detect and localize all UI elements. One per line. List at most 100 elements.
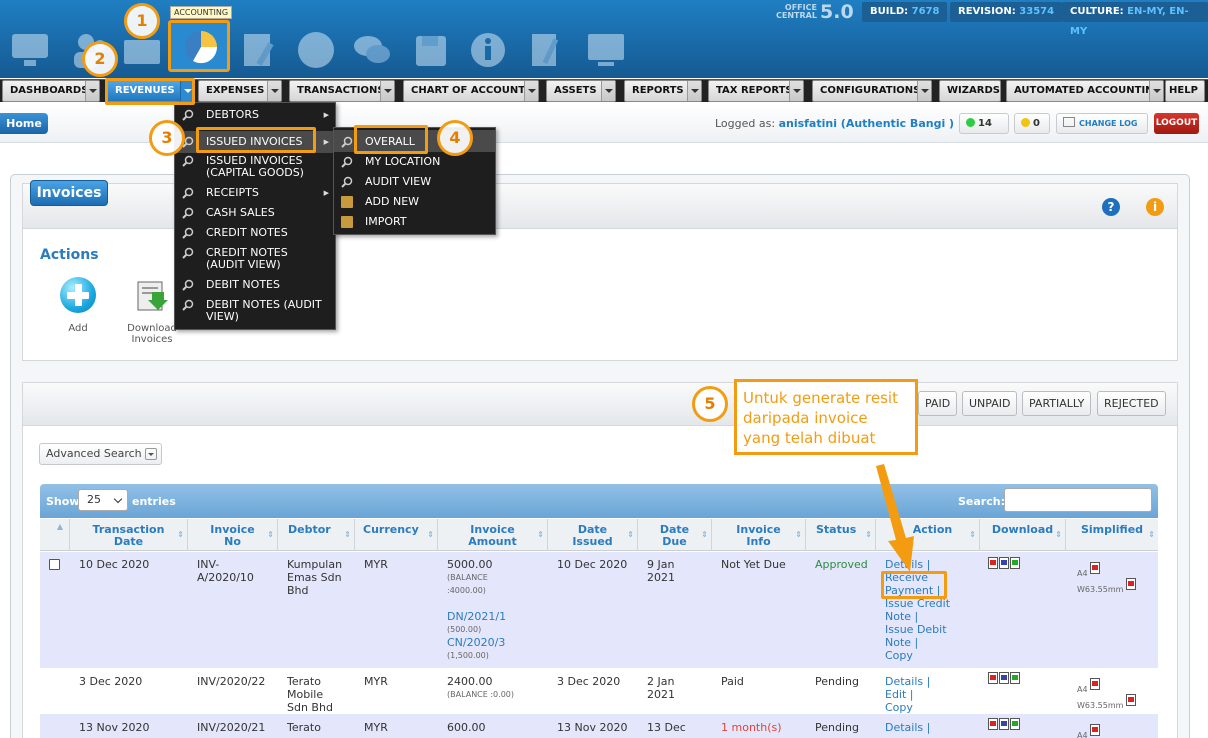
simplified-a4[interactable]: A4: [1077, 724, 1101, 738]
help-icon[interactable]: ?: [1102, 198, 1120, 216]
chevron-down-icon[interactable]: [601, 81, 615, 101]
copy-link[interactable]: Copy: [885, 649, 950, 662]
filter-paid-button[interactable]: PAID: [918, 391, 958, 416]
word-icon[interactable]: [999, 672, 1009, 684]
row-checkbox[interactable]: [49, 559, 60, 570]
change-log-button[interactable]: CHANGE LOG: [1056, 113, 1148, 134]
menu-item-debit-notes-audit[interactable]: DEBIT NOTES (AUDIT VIEW): [175, 299, 335, 323]
download-invoices-label[interactable]: Download Invoices: [122, 323, 182, 345]
col-date-due[interactable]: Date Due ⇕: [638, 519, 712, 551]
menu-item-debtors[interactable]: DEBTORS ▶: [175, 109, 335, 121]
pdf-icon[interactable]: [1090, 678, 1101, 690]
details-link[interactable]: Details |: [885, 675, 930, 688]
col-invoice-info[interactable]: Invoice Info ⇕: [712, 519, 806, 551]
issue-debit-note-link[interactable]: Note |: [885, 636, 950, 649]
chevron-down-icon[interactable]: [380, 81, 394, 101]
info-icon[interactable]: [466, 28, 510, 72]
menu-reports[interactable]: REPORTS: [624, 80, 702, 102]
issue-debit-note-link[interactable]: Issue Debit: [885, 623, 950, 636]
menu-dashboards[interactable]: DASHBOARDS: [2, 80, 100, 102]
online-users-button[interactable]: 14: [959, 113, 1009, 134]
logout-button[interactable]: LOGOUT: [1154, 113, 1199, 134]
notepad-icon[interactable]: [524, 28, 568, 72]
col-date-issued[interactable]: Date Issued ⇕: [548, 519, 638, 551]
credit-note-link[interactable]: CN/2020/3: [447, 636, 506, 649]
copy-link[interactable]: Copy: [885, 701, 930, 714]
word-icon[interactable]: [999, 718, 1009, 730]
pdf-icon[interactable]: [988, 718, 998, 730]
submenu-item-audit-view[interactable]: AUDIT VIEW: [334, 176, 495, 188]
col-currency[interactable]: Currency ⇕: [355, 519, 438, 551]
filter-rejected-button[interactable]: REJECTED: [1097, 391, 1166, 416]
details-link[interactable]: Details |: [885, 558, 950, 571]
menu-chart-of-accounts[interactable]: CHART OF ACCOUNTS: [403, 80, 539, 102]
chevron-down-icon[interactable]: [789, 81, 803, 101]
menu-item-issued-invoices-capital[interactable]: ISSUED INVOICES (CAPITAL GOODS): [175, 155, 335, 179]
menu-item-receipts[interactable]: RECEIPTS ▶: [175, 187, 335, 199]
select-all-column[interactable]: ▲: [40, 519, 70, 551]
submenu-item-my-location[interactable]: MY LOCATION: [334, 156, 495, 168]
advanced-search-button[interactable]: Advanced Search: [39, 443, 162, 465]
edit-link[interactable]: Edit |: [885, 688, 930, 701]
screen-icon[interactable]: [584, 28, 628, 72]
user-name[interactable]: anisfatini (Authentic Bangi ): [779, 117, 955, 130]
col-status[interactable]: Status ⇕: [806, 519, 876, 551]
row-invoice-no[interactable]: INV/2020/21: [197, 721, 265, 734]
home-button[interactable]: Home: [0, 113, 48, 134]
filter-unpaid-button[interactable]: UNPAID: [962, 391, 1018, 416]
search-input[interactable]: [1004, 488, 1152, 512]
simplified-w63[interactable]: W63.55mm: [1077, 578, 1136, 596]
chevron-down-icon[interactable]: [524, 81, 538, 101]
menu-automated-accounting[interactable]: AUTOMATED ACCOUNTING: [1006, 80, 1164, 102]
menu-item-credit-notes[interactable]: CREDIT NOTES: [175, 227, 335, 239]
col-simplified[interactable]: Simplified ⇕: [1066, 519, 1158, 551]
col-transaction-date[interactable]: Transaction Date ⇕: [70, 519, 188, 551]
row-invoice-no[interactable]: INV/2020/22: [197, 675, 265, 688]
add-plus-icon[interactable]: [60, 277, 96, 313]
excel-icon[interactable]: [1010, 672, 1020, 684]
filter-partially-button[interactable]: PARTIALLY: [1022, 391, 1092, 416]
phone-icon[interactable]: [294, 28, 338, 72]
debit-note-link[interactable]: DN/2021/1: [447, 610, 506, 623]
excel-icon[interactable]: [1010, 557, 1020, 569]
menu-expenses[interactable]: EXPENSES: [198, 80, 282, 102]
excel-icon[interactable]: [1010, 718, 1020, 730]
col-invoice-amount[interactable]: Invoice Amount ⇕: [438, 519, 548, 551]
menu-item-credit-notes-audit[interactable]: CREDIT NOTES (AUDIT VIEW): [175, 247, 335, 271]
row-invoice-no[interactable]: INV- A/2020/10: [197, 558, 254, 584]
pdf-icon[interactable]: [1090, 724, 1101, 736]
word-icon[interactable]: [999, 557, 1009, 569]
submenu-item-add-new[interactable]: ADD NEW: [334, 196, 495, 208]
chevron-down-icon[interactable]: [85, 81, 99, 101]
pdf-icon[interactable]: [1090, 562, 1101, 574]
menu-item-cash-sales[interactable]: CASH SALES: [175, 207, 335, 219]
add-label[interactable]: Add: [58, 323, 98, 334]
download-invoices-icon[interactable]: [134, 278, 170, 314]
chevron-down-icon[interactable]: [267, 81, 281, 101]
menu-configurations[interactable]: CONFIGURATIONS: [812, 80, 932, 102]
pdf-icon[interactable]: [1125, 578, 1136, 590]
col-invoice-no[interactable]: Invoice No ⇕: [188, 519, 278, 551]
pdf-icon[interactable]: [988, 557, 998, 569]
menu-item-debit-notes[interactable]: DEBIT NOTES: [175, 279, 335, 291]
alerts-button[interactable]: 0: [1014, 113, 1050, 134]
chevron-down-icon[interactable]: [1149, 81, 1163, 101]
chat-icon[interactable]: [350, 28, 394, 72]
chevron-down-icon[interactable]: [917, 81, 931, 101]
menu-assets[interactable]: ASSETS: [546, 80, 616, 102]
monitor-icon[interactable]: [8, 28, 52, 72]
pdf-icon[interactable]: [988, 672, 998, 684]
info-icon[interactable]: i: [1146, 198, 1164, 216]
menu-transactions[interactable]: TRANSACTIONS: [289, 80, 395, 102]
menu-help[interactable]: HELP: [1165, 80, 1205, 102]
col-debtor[interactable]: Debtor ⇕: [278, 519, 355, 551]
save-disk-icon[interactable]: [410, 28, 454, 72]
col-download[interactable]: Download ⇕: [980, 519, 1066, 551]
details-link[interactable]: Details |: [885, 721, 930, 734]
chevron-down-icon[interactable]: [687, 81, 701, 101]
pdf-icon[interactable]: [1125, 694, 1136, 706]
page-size-select[interactable]: 25: [78, 489, 128, 511]
col-action[interactable]: Action ⇕: [876, 519, 980, 551]
submenu-item-import[interactable]: IMPORT: [334, 216, 495, 228]
simplified-w63[interactable]: W63.55mm: [1077, 694, 1136, 712]
